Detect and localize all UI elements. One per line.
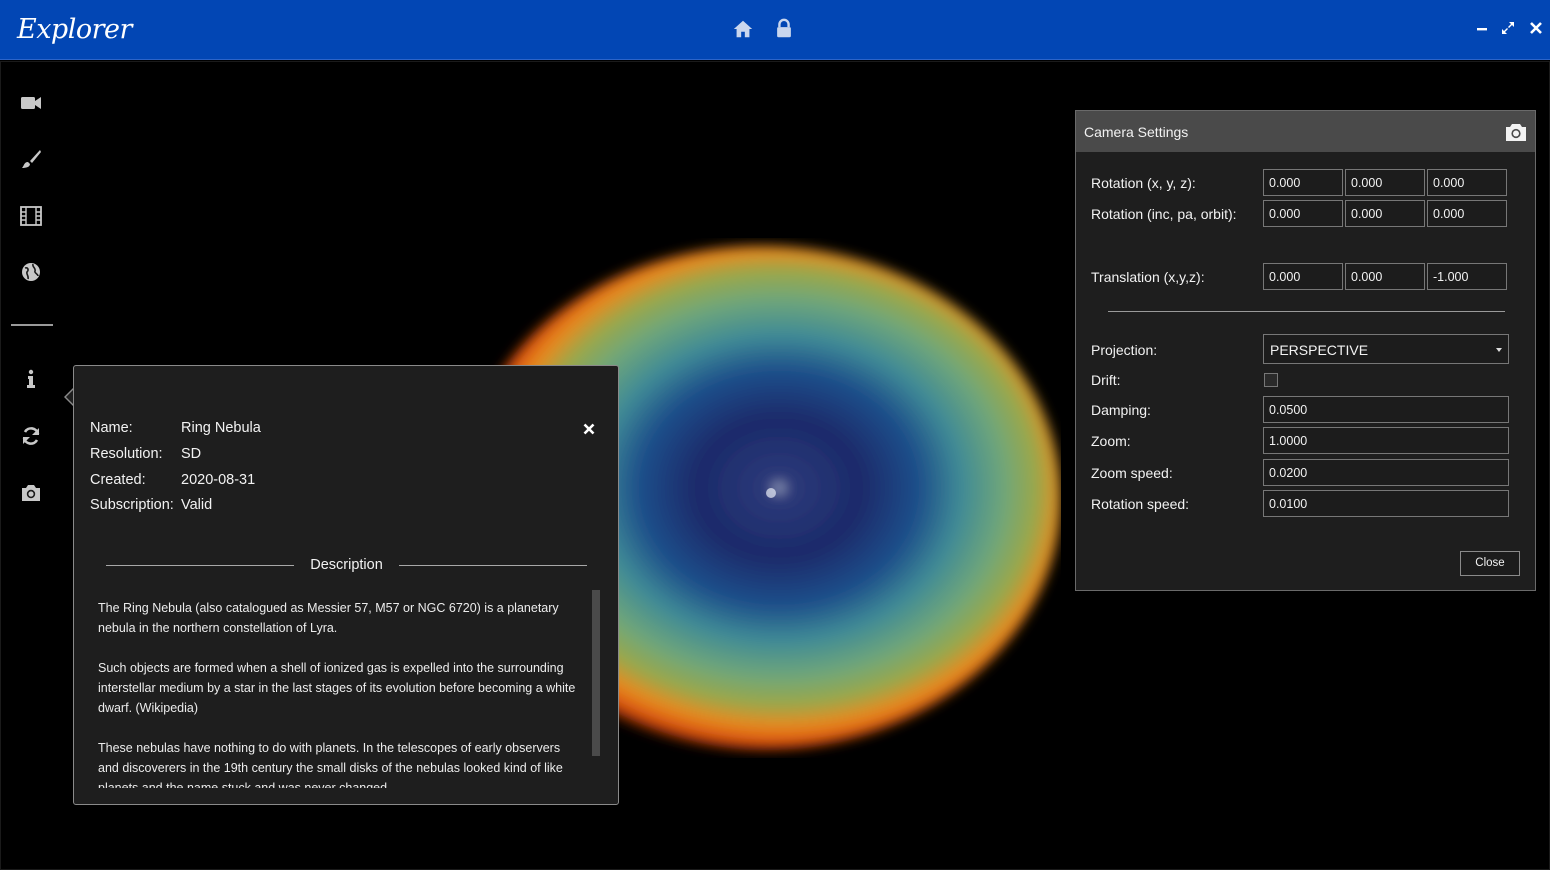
rotation-speed-label: Rotation speed:	[1091, 496, 1190, 512]
rotation-inc-field[interactable]: 0.000	[1263, 200, 1343, 227]
chevron-down-icon	[1496, 348, 1502, 352]
zoom-field[interactable]: 1.0000	[1263, 427, 1509, 454]
rotation-xyz-label: Rotation (x, y, z):	[1091, 175, 1196, 191]
info-row-name: Name: Ring Nebula	[90, 420, 261, 436]
rotation-x-field[interactable]: 0.000	[1263, 169, 1343, 196]
video-camera-icon[interactable]	[19, 91, 43, 115]
description-divider-left	[106, 565, 294, 566]
translation-label: Translation (x,y,z):	[1091, 269, 1205, 285]
translation-y-field[interactable]: 0.000	[1345, 263, 1425, 290]
info-value: 2020-08-31	[181, 472, 256, 488]
info-label: Name:	[90, 420, 133, 436]
title-bar: Explorer	[0, 0, 1550, 60]
projection-value: PERSPECTIVE	[1270, 342, 1369, 358]
rotation-pa-field[interactable]: 0.000	[1345, 200, 1425, 227]
app-title: Explorer	[17, 14, 132, 45]
zoom-label: Zoom:	[1091, 433, 1131, 449]
description-paragraph: The Ring Nebula (also catalogued as Mess…	[98, 601, 559, 635]
info-label: Resolution:	[90, 446, 163, 462]
info-value: Ring Nebula	[181, 420, 261, 436]
zoom-speed-field[interactable]: 0.0200	[1263, 459, 1509, 486]
camera-settings-header: Camera Settings	[1076, 111, 1535, 152]
description-paragraph: Such objects are formed when a shell of …	[98, 661, 576, 715]
description-title: Description	[310, 557, 383, 573]
rotation-speed-field[interactable]: 0.0100	[1263, 490, 1509, 517]
description-paragraph: These nebulas have nothing to do with pl…	[98, 741, 563, 788]
film-icon[interactable]	[19, 204, 43, 228]
home-icon[interactable]	[732, 18, 754, 40]
projection-select[interactable]: PERSPECTIVE	[1263, 334, 1509, 364]
camera-settings-panel: Camera Settings Rotation (x, y, z): 0.00…	[1075, 110, 1536, 591]
info-row-resolution: Resolution: SD	[90, 446, 201, 462]
snapshot-camera-icon[interactable]	[1504, 121, 1528, 143]
info-row-subscription: Subscription: Valid	[90, 497, 212, 513]
sidebar	[0, 61, 62, 870]
info-panel: Name: Ring Nebula Resolution: SD Created: 2…	[73, 365, 619, 805]
damping-field[interactable]: 0.0500	[1263, 396, 1509, 423]
info-value: SD	[181, 446, 202, 462]
brush-icon[interactable]	[19, 147, 43, 171]
zoom-speed-label: Zoom speed:	[1091, 465, 1173, 481]
sidebar-divider	[11, 324, 53, 326]
close-button[interactable]: Close	[1460, 551, 1520, 576]
translation-z-field[interactable]: -1.000	[1427, 263, 1507, 290]
description-divider-right	[399, 565, 587, 566]
rotation-y-field[interactable]: 0.000	[1345, 169, 1425, 196]
description-scrollbar[interactable]	[592, 590, 600, 756]
explorer-app: Explorer Name: Ring Nebula Resolution: S…	[0, 0, 1550, 870]
info-close-icon[interactable]	[581, 421, 597, 437]
globe-icon[interactable]	[19, 260, 43, 284]
refresh-icon[interactable]	[19, 424, 43, 448]
translation-x-field[interactable]: 0.000	[1263, 263, 1343, 290]
projection-label: Projection:	[1091, 342, 1158, 358]
info-icon[interactable]	[19, 367, 43, 391]
drift-label: Drift:	[1091, 372, 1121, 388]
rotation-z-field[interactable]: 0.000	[1427, 169, 1507, 196]
rotation-inc-label: Rotation (inc, pa, orbit):	[1091, 206, 1237, 222]
description-text: The Ring Nebula (also catalogued as Mess…	[98, 598, 584, 788]
rotation-orbit-field[interactable]: 0.000	[1427, 200, 1507, 227]
info-value: Valid	[181, 497, 213, 513]
minimize-icon[interactable]	[1474, 20, 1490, 36]
camera-icon[interactable]	[19, 481, 43, 505]
info-label: Created:	[90, 472, 146, 488]
damping-label: Damping:	[1091, 402, 1151, 418]
info-label: Subscription:	[90, 497, 174, 513]
camera-settings-divider	[1108, 311, 1505, 312]
maximize-icon[interactable]	[1500, 20, 1516, 36]
camera-settings-title: Camera Settings	[1084, 124, 1189, 140]
close-icon[interactable]	[1528, 20, 1544, 36]
info-row-created: Created: 2020-08-31	[90, 472, 255, 488]
lock-icon[interactable]	[773, 18, 795, 40]
drift-checkbox[interactable]	[1264, 373, 1278, 387]
